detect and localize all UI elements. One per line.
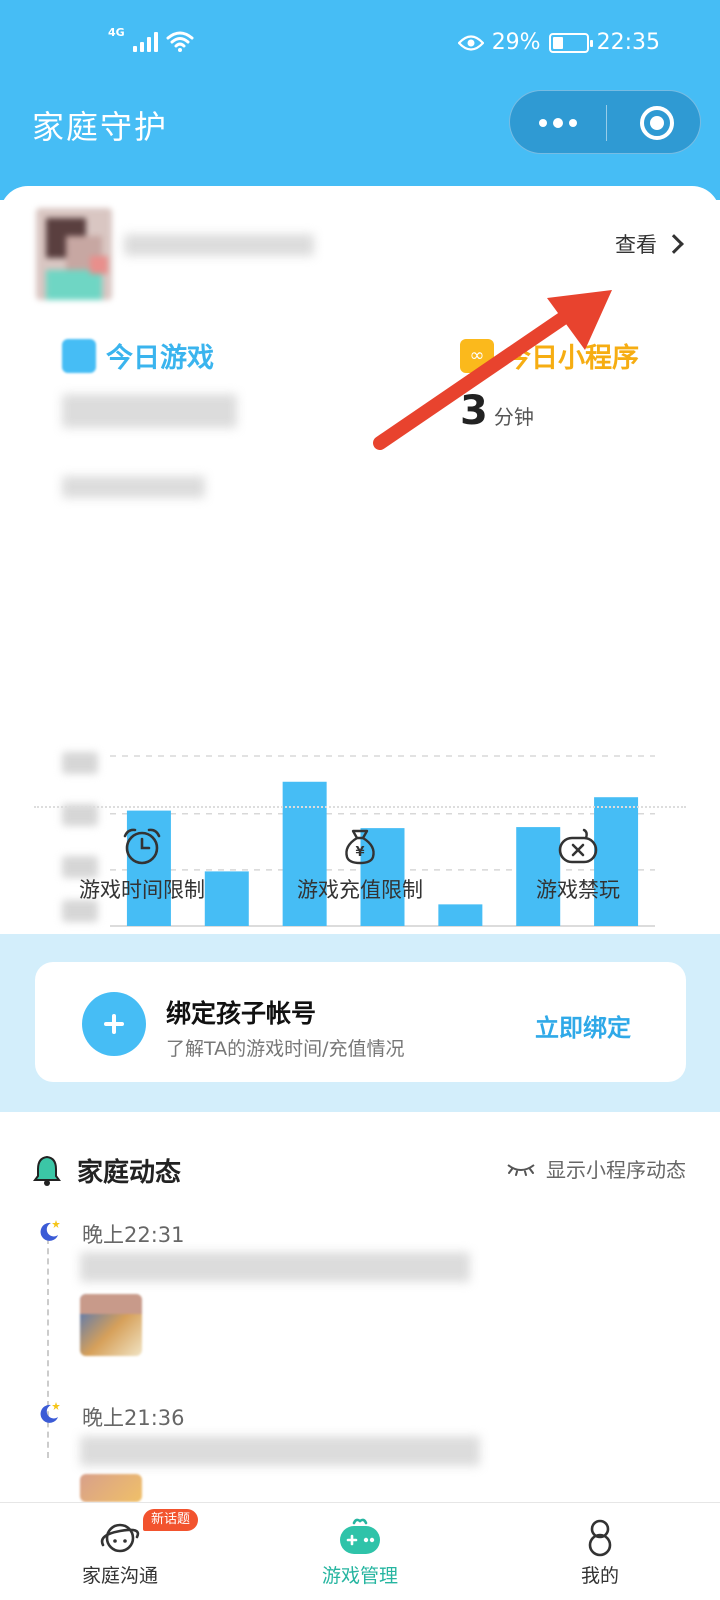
game-thumbnail[interactable] — [80, 1294, 142, 1356]
game-time-limit-label: 游戏时间限制 — [79, 878, 205, 902]
close-icon[interactable] — [640, 106, 674, 140]
feed-item-time: 晚上22:31 — [82, 1223, 185, 1247]
bind-subtitle: 了解TA的游戏时间/充值情况 — [166, 1038, 405, 1060]
game-time-limit-button[interactable]: 游戏时间限制 — [32, 826, 252, 904]
tab-family-chat-label: 家庭沟通 — [81, 1565, 158, 1587]
bind-child-card[interactable]: 绑定孩子帐号 了解TA的游戏时间/充值情况 立即绑定 — [35, 962, 686, 1082]
game-icon — [62, 338, 96, 373]
game-thumbnail[interactable] — [80, 1474, 142, 1502]
signal-group: 4G — [108, 26, 194, 52]
moon-icon — [40, 1220, 60, 1241]
show-mini-program-label: 显示小程序动态 — [546, 1158, 686, 1182]
alarm-clock-icon — [123, 828, 161, 865]
action-row: 游戏时间限制 ¥ 游戏充值限制 游戏禁玩 — [0, 826, 720, 916]
game-ban-label: 游戏禁玩 — [536, 878, 620, 902]
divider — [34, 806, 686, 808]
status-right: 29% 22:35 — [457, 30, 660, 55]
svg-text:¥: ¥ — [355, 845, 364, 860]
wifi-icon — [166, 30, 194, 52]
today-mini-label: 今日小程序 — [504, 343, 639, 374]
avatar[interactable] — [36, 208, 112, 300]
today-mini-program-stat: ∞ 今日小程序 — [460, 336, 639, 375]
child-summary-card: 查看 今日游戏 ∞ 今日小程序 3 分钟 三四五六日一今 游戏时间限制 — [0, 186, 720, 963]
game-ban-button[interactable]: 游戏禁玩 — [468, 826, 688, 904]
page-title: 家庭守护 — [32, 108, 169, 146]
today-games-stat: 今日游戏 — [62, 336, 214, 375]
view-details-link[interactable]: 查看 — [615, 229, 684, 259]
family-feed-header: 家庭动态 显示小程序动态 — [32, 1150, 692, 1190]
family-feed-title: 家庭动态 — [77, 1158, 182, 1188]
bell-icon — [33, 1155, 61, 1186]
y-tick-blurred — [62, 752, 98, 774]
child-name-blurred — [124, 234, 314, 256]
network-type: 4G — [108, 26, 125, 39]
mini-program-capsule — [509, 90, 701, 154]
bottom-tab-bar: 家庭沟通 新话题 游戏管理 我的 — [0, 1502, 720, 1600]
gamepad-forbidden-icon — [558, 828, 598, 864]
game-recharge-limit-label: 游戏充值限制 — [297, 878, 423, 902]
more-icon[interactable] — [510, 91, 605, 155]
tab-mine[interactable]: 我的 — [480, 1503, 720, 1600]
games-note-blurred — [62, 476, 205, 498]
bind-title: 绑定孩子帐号 — [166, 999, 317, 1028]
battery-icon — [548, 32, 593, 53]
bind-section: 绑定孩子帐号 了解TA的游戏时间/充值情况 立即绑定 — [0, 934, 720, 1112]
tab-game-management[interactable]: 游戏管理 — [240, 1503, 480, 1600]
status-bar: 4G 29% 22:35 — [0, 0, 720, 90]
profile-icon — [588, 1519, 612, 1557]
chevron-right-icon — [664, 234, 684, 254]
feed-item-text-blurred — [80, 1252, 470, 1282]
bind-now-button[interactable]: 立即绑定 — [535, 1008, 631, 1043]
gamepad-icon — [340, 1518, 380, 1554]
new-topic-badge: 新话题 — [143, 1509, 199, 1531]
today-games-label: 今日游戏 — [106, 343, 214, 374]
mini-duration-unit: 分钟 — [493, 405, 534, 429]
signal-icon — [132, 30, 158, 52]
view-label: 查看 — [615, 233, 657, 257]
header: 4G 29% 22:35 家庭守护 — [0, 0, 720, 200]
mini-program-icon: ∞ — [460, 338, 494, 373]
game-recharge-limit-button[interactable]: ¥ 游戏充值限制 — [250, 826, 470, 904]
mini-duration-value: 3 — [460, 388, 488, 434]
mini-program-duration: 3 分钟 — [460, 388, 534, 434]
tab-mine-label: 我的 — [580, 1565, 619, 1587]
games-time-blurred — [62, 394, 237, 428]
money-bag-icon: ¥ — [345, 829, 375, 865]
closed-eye-icon — [507, 1163, 535, 1176]
tab-game-management-label: 游戏管理 — [321, 1565, 398, 1587]
clock: 22:35 — [596, 30, 660, 55]
eye-icon — [457, 34, 484, 51]
feed-item-time: 晚上21:36 — [82, 1406, 185, 1430]
moon-icon — [40, 1402, 60, 1423]
battery-percent: 29% — [491, 30, 541, 55]
planet-chat-icon — [100, 1523, 140, 1553]
plus-icon — [82, 992, 146, 1056]
show-mini-program-toggle[interactable]: 显示小程序动态 — [506, 1154, 686, 1183]
feed-item-text-blurred — [80, 1436, 480, 1466]
capsule-divider — [606, 105, 607, 141]
tab-family-chat[interactable]: 家庭沟通 新话题 — [0, 1503, 240, 1600]
